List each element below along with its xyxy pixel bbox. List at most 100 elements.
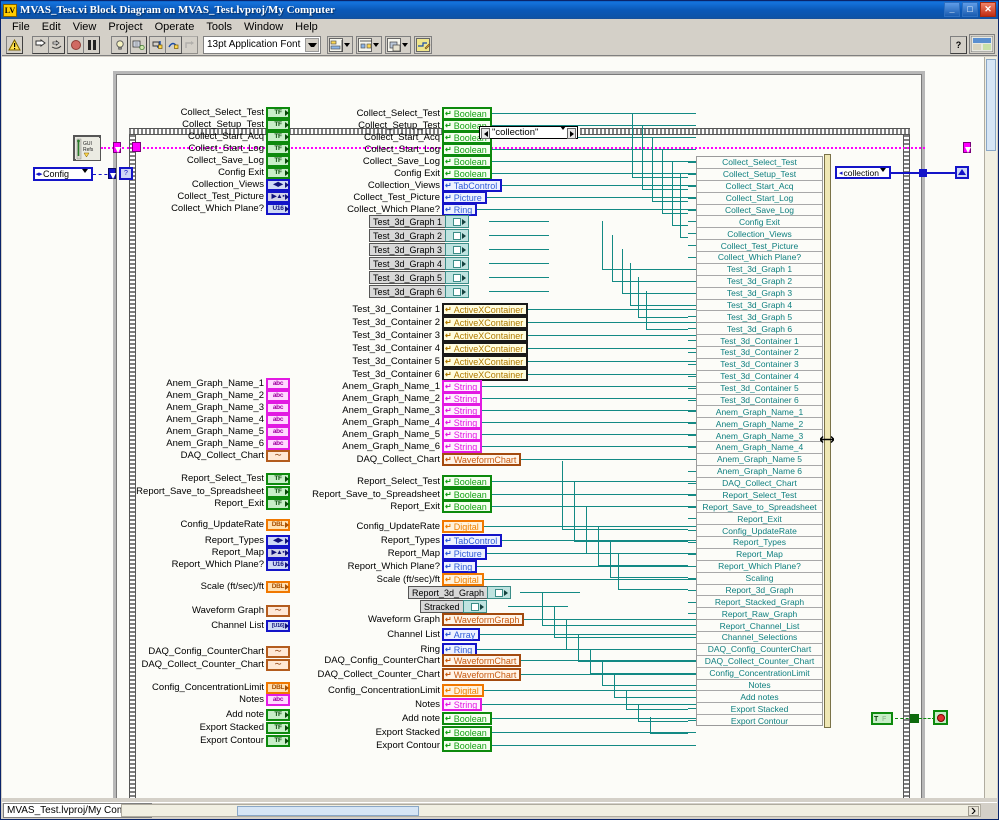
collection-list-item[interactable]: Collect_Which Plane? <box>697 252 822 264</box>
collection-list-item[interactable]: Test_3d_Container 1 <box>697 335 822 347</box>
collection-list-item[interactable]: Scaling <box>697 573 822 585</box>
chevron-down-icon[interactable] <box>305 37 319 52</box>
property-node[interactable]: Config_UpdateRate Digital <box>357 520 484 533</box>
scroll-right-icon[interactable]: › <box>968 802 979 819</box>
collection-list-item[interactable]: Channel_Selections <box>697 632 822 644</box>
graph-reference-node[interactable]: Test_3d_Graph 3 <box>369 243 470 256</box>
control-terminal[interactable]: Config Exit TF <box>218 167 290 179</box>
graph-reference-node[interactable]: Test_3d_Graph 4 <box>369 257 470 270</box>
graph-reference-node[interactable]: Test_3d_Graph 2 <box>369 229 470 242</box>
collection-list-item[interactable]: Test_3d_Graph 4 <box>697 300 822 312</box>
control-terminal[interactable]: Export Contour TF <box>200 735 290 747</box>
collection-list-item[interactable]: Anem_Graph_Name_2 <box>697 418 822 431</box>
property-node[interactable]: Test_3d_Container 3 ActiveXContainer <box>352 329 529 342</box>
collection-list-item[interactable]: Test_3d_Graph 2 <box>697 276 822 288</box>
collection-list-item[interactable]: Test_3d_Container 4 <box>697 371 822 383</box>
event-case-selector[interactable]: "collection" <box>479 126 578 147</box>
collection-list-item[interactable]: DAQ_Collect_Chart <box>697 478 822 490</box>
collection-list-item[interactable]: Config_UpdateRate <box>697 525 822 537</box>
collection-list-item[interactable]: Test_3d_Graph 6 <box>697 323 822 336</box>
control-terminal[interactable]: Notes abc <box>239 694 290 706</box>
property-node[interactable]: Notes String <box>415 698 483 711</box>
control-terminal[interactable]: DAQ_Collect_Counter_Chart 〜 <box>141 659 290 671</box>
collection-list-item[interactable]: Report_Channel_List <box>697 620 822 632</box>
control-terminal[interactable]: Scale (ft/sec)/ft DBL <box>201 581 290 593</box>
control-terminal[interactable]: DAQ_Config_CounterChart 〜 <box>148 646 290 658</box>
chevron-down-icon[interactable] <box>560 126 566 148</box>
property-node[interactable]: DAQ_Config_CounterChart WaveformChart <box>324 654 522 667</box>
collection-list-item[interactable]: Report_3d_Graph <box>697 585 822 597</box>
property-node[interactable]: Config_ConcentrationLimit Digital <box>328 684 484 697</box>
property-node[interactable]: Report_Select_Test Boolean <box>357 475 492 488</box>
control-terminal[interactable]: Anem_Graph_Name_6 abc <box>166 438 290 450</box>
collection-list-item[interactable]: Test_3d_Container 2 <box>697 347 822 359</box>
collection-list-item[interactable]: Anem_Graph_Name_4 <box>697 442 822 454</box>
property-node[interactable]: DAQ_Collect_Counter_Chart WaveformChart <box>317 668 522 681</box>
property-node[interactable]: Test_3d_Container 1 ActiveXContainer <box>352 303 529 316</box>
menu-project[interactable]: Project <box>102 20 148 34</box>
property-node[interactable]: Report_Map Picture <box>388 547 487 560</box>
warning-icon[interactable] <box>6 35 23 54</box>
retain-wire-values-icon[interactable] <box>130 35 147 54</box>
collection-list-item[interactable]: Collection_Views <box>697 228 822 241</box>
property-node[interactable]: Scale (ft/sec)/ft Digital <box>377 573 484 586</box>
menu-edit[interactable]: Edit <box>36 20 67 34</box>
control-terminal[interactable]: Anem_Graph_Name_5 abc <box>166 426 290 438</box>
control-terminal[interactable]: Add note TF <box>226 709 290 721</box>
collection-list-item[interactable]: Collect_Select_Test <box>697 157 822 169</box>
property-node[interactable]: Report_Exit Boolean <box>390 500 492 513</box>
stop-button[interactable] <box>933 710 948 725</box>
collection-list-item[interactable]: Test_3d_Container 5 <box>697 383 822 395</box>
collection-list-item[interactable]: Report_Stacked_Graph <box>697 596 822 609</box>
collection-list-item[interactable]: Test_3d_Graph 3 <box>697 288 822 300</box>
collection-list-item[interactable]: Collect_Start_Log <box>697 193 822 205</box>
control-terminal[interactable]: Config_ConcentrationLimit DBL <box>152 682 290 694</box>
control-terminal[interactable]: Channel List [U16] <box>211 620 290 632</box>
context-help-button[interactable]: ? <box>950 36 967 54</box>
control-terminal[interactable]: Report_Save_to_Spreadsheet TF <box>136 486 290 498</box>
maximize-button[interactable]: □ <box>962 2 978 17</box>
control-terminal[interactable]: Collect_Test_Picture ▶▲▪ <box>177 191 290 203</box>
vertical-scrollbar[interactable] <box>984 57 997 798</box>
control-terminal[interactable]: Collection_Views ◀▶ <box>192 179 290 191</box>
run-continuously-icon[interactable] <box>48 35 65 54</box>
control-terminal[interactable]: Report_Map ▶▲▪ <box>212 547 290 559</box>
block-diagram-canvas[interactable]: "collection" GUI Refs ◂▸ Config ? ◂ coll… <box>2 57 997 798</box>
control-terminal[interactable]: Export Stacked TF <box>200 722 290 734</box>
collection-list-item[interactable]: Export Contour <box>697 715 822 727</box>
control-terminal[interactable]: Collect_Which Plane? U16 <box>171 203 290 215</box>
property-node[interactable]: Test_3d_Container 4 ActiveXContainer <box>352 342 529 355</box>
graph-reference-node[interactable]: Report_3d_Graph <box>408 586 512 599</box>
pause-icon[interactable] <box>83 35 100 54</box>
enum-increment-icon[interactable]: ◂▸ <box>35 170 43 178</box>
collection-list-item[interactable]: Add notes <box>697 691 822 704</box>
collection-list-item[interactable]: Export Stacked <box>697 703 822 716</box>
control-terminal[interactable]: DAQ_Collect_Chart 〜 <box>181 450 290 462</box>
collection-list-item[interactable]: Report_Raw_Graph <box>697 608 822 621</box>
collection-list-item[interactable]: Config_ConcentrationLimit <box>697 668 822 680</box>
align-objects-button[interactable] <box>327 35 353 54</box>
case-next-icon[interactable] <box>567 128 576 139</box>
collection-list-item[interactable]: Config Exit <box>697 216 822 229</box>
control-terminal[interactable]: Waveform Graph 〜 <box>192 605 290 617</box>
collection-list-item[interactable]: Anem_Graph_Name 5 <box>697 454 822 466</box>
collection-list-item[interactable]: DAQ_Config_CounterChart <box>697 644 822 656</box>
collection-list-item[interactable]: Report_Select_Test <box>697 490 822 502</box>
collection-list-item[interactable]: Report_Types <box>697 537 822 549</box>
chevron-down-icon[interactable] <box>880 168 886 182</box>
collection-enum-control[interactable]: ◂ collection <box>835 166 891 182</box>
menu-help[interactable]: Help <box>289 20 324 34</box>
close-button[interactable]: ✕ <box>980 2 996 17</box>
property-node[interactable]: Test_3d_Container 2 ActiveXContainer <box>352 316 529 329</box>
control-terminal[interactable]: Anem_Graph_Name_3 abc <box>166 402 290 414</box>
menu-operate[interactable]: Operate <box>149 20 201 34</box>
collection-list-item[interactable]: Test_3d_Container 6 <box>697 395 822 407</box>
vertical-scrollbar-thumb[interactable] <box>986 59 996 151</box>
control-terminal[interactable]: Anem_Graph_Name_2 abc <box>166 390 290 402</box>
control-terminal[interactable]: Collect_Start_Log TF <box>188 143 290 155</box>
collection-list-item[interactable]: DAQ_Collect_Counter_Chart <box>697 656 822 668</box>
property-node[interactable]: DAQ_Collect_Chart WaveformChart <box>357 453 522 466</box>
distribute-objects-button[interactable] <box>356 35 382 54</box>
graph-reference-node[interactable]: Stracked <box>420 600 487 613</box>
property-node[interactable]: Waveform Graph WaveformGraph <box>368 613 525 626</box>
